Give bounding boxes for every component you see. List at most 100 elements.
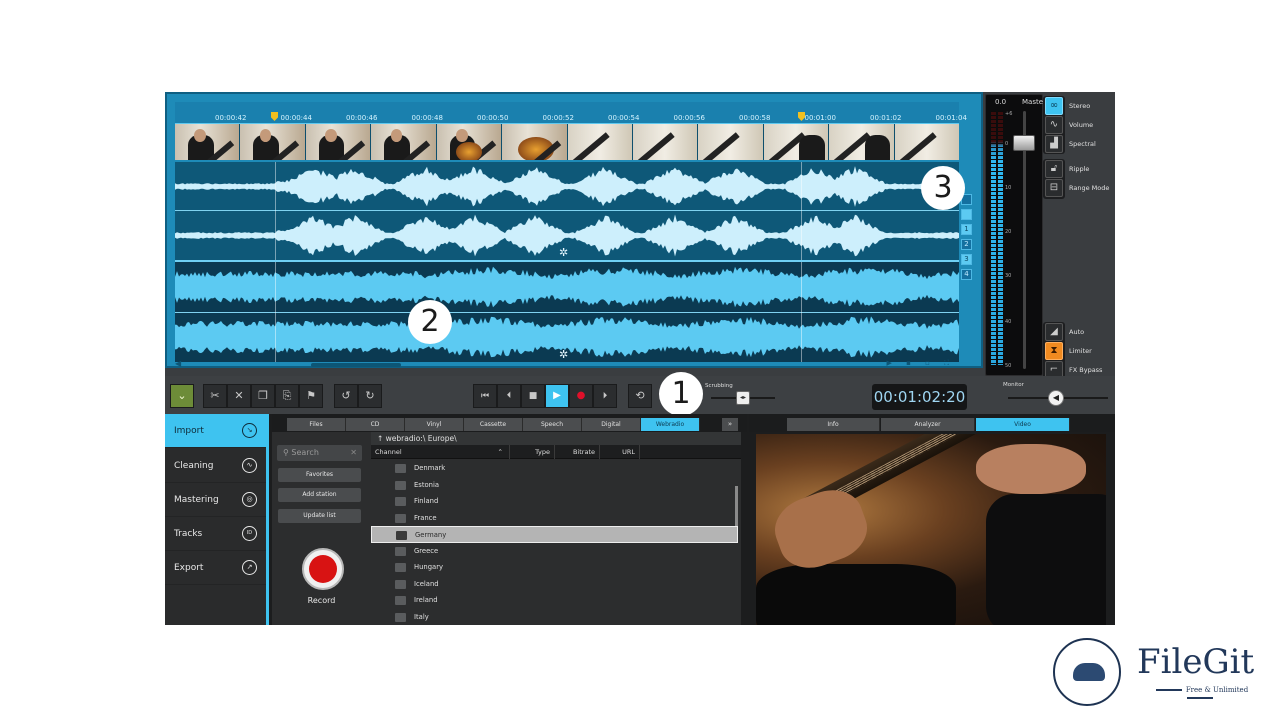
video-thumbnail[interactable]	[175, 124, 240, 160]
station-folder-row[interactable]: Iceland	[371, 576, 738, 593]
ripple-button[interactable]: 🔓︎ Ripple	[1045, 160, 1089, 178]
loop-button[interactable]: ⟲	[628, 384, 652, 408]
horizontal-scrollbar[interactable]: ◀ ▶ ▪ ▫ ⛶	[175, 359, 959, 368]
up-arrow-icon[interactable]: ↑	[377, 434, 386, 443]
timeline-ruler[interactable]: 00:00:42 00:00:44 00:00:46 00:00:48 00:00:50…	[175, 102, 1032, 124]
stop-button[interactable]: ■	[521, 384, 545, 408]
favorites-button[interactable]: Favorites	[278, 468, 361, 482]
tracks-area[interactable]: ✲ ✲	[175, 162, 959, 362]
gear-icon[interactable]: ✲	[559, 348, 568, 361]
station-folder-row[interactable]: Hungary	[371, 559, 738, 576]
tab-analyzer[interactable]: Analyzer	[881, 418, 975, 431]
station-folder-row[interactable]: Estonia	[371, 477, 738, 494]
expand-button[interactable]: ⌄	[170, 384, 194, 408]
redo-button[interactable]: ↻	[358, 384, 382, 408]
col-bitrate[interactable]: Bitrate	[555, 445, 600, 459]
record-button[interactable]: ●	[569, 384, 593, 408]
cursor-line	[801, 162, 802, 260]
limiter-button[interactable]: ⧗ Limiter	[1045, 342, 1092, 360]
monitor-volume-knob[interactable]: ◀	[1048, 390, 1064, 406]
master-fader-knob[interactable]	[1013, 135, 1035, 151]
auto-button[interactable]: ◢ Auto	[1045, 323, 1084, 341]
gear-icon[interactable]: ✲	[559, 246, 568, 259]
nav-export[interactable]: Export ↗	[165, 551, 266, 585]
tab-speech[interactable]: Speech	[523, 418, 582, 431]
zoom-controls-icon[interactable]: ▶ ▪ ▫ ⛶	[887, 359, 955, 368]
station-folder-row[interactable]: Finland	[371, 493, 738, 510]
folder-icon	[395, 612, 406, 622]
video-thumbnail[interactable]	[240, 124, 305, 160]
tab-cd[interactable]: CD	[346, 418, 405, 431]
video-thumbnail[interactable]	[632, 124, 698, 160]
station-folder-row[interactable]: France	[371, 510, 738, 527]
video-thumbnail[interactable]	[371, 124, 436, 160]
nav-tracks[interactable]: Tracks ID	[165, 517, 266, 551]
clear-search-icon[interactable]: ✕	[350, 445, 357, 461]
tab-vinyl[interactable]: Vinyl	[405, 418, 464, 431]
stereo-button[interactable]: ∞ Stereo	[1045, 97, 1090, 115]
channel-divider	[175, 210, 959, 211]
scrollbar-thumb[interactable]	[311, 363, 401, 367]
folder-name: Germany	[415, 531, 447, 539]
marker-icon[interactable]	[271, 112, 278, 121]
waveform-editor[interactable]: 00:00:42 00:00:44 00:00:46 00:00:48 00:00:50…	[165, 92, 1032, 368]
tab-digital[interactable]: Digital	[582, 418, 641, 431]
volume-button[interactable]: ∿ Volume	[1045, 116, 1093, 134]
range-mode-button[interactable]: ⊟ Range Mode	[1045, 179, 1109, 197]
tab-cassette[interactable]: Cassette	[464, 418, 523, 431]
video-thumbnail[interactable]	[698, 124, 763, 160]
go-to-start-button[interactable]: ⏮	[473, 384, 497, 408]
track-3-button[interactable]: 3	[961, 254, 972, 265]
video-thumbnail[interactable]	[502, 124, 567, 160]
vertical-scrollbar[interactable]	[735, 486, 738, 526]
audio-track-2[interactable]: ✲	[175, 262, 959, 362]
limiter-icon: ⧗	[1045, 342, 1063, 360]
marker-button[interactable]: ⚑	[299, 384, 323, 408]
tab-video[interactable]: Video	[976, 418, 1070, 431]
spectral-button[interactable]: ▟ Spectral	[1045, 135, 1096, 153]
video-thumbnail[interactable]	[436, 124, 502, 160]
update-list-button[interactable]: Update list	[278, 509, 361, 523]
more-tabs-button[interactable]: »	[722, 418, 738, 431]
station-folder-row[interactable]: Italy	[371, 609, 738, 626]
folder-name: Iceland	[414, 579, 439, 588]
station-folder-row[interactable]: Greece	[371, 543, 738, 560]
col-channel[interactable]: Channel ⌃	[371, 445, 510, 459]
browser-path[interactable]: ↑ webradio:\ Europe\	[371, 432, 741, 445]
station-search-input[interactable]: ⚲ Search ✕	[277, 445, 362, 461]
next-marker-button[interactable]: ⏵	[593, 384, 617, 408]
nav-cleaning[interactable]: Cleaning ∿	[165, 449, 266, 483]
audio-track-1[interactable]: ✲	[175, 162, 959, 260]
radio-record-button[interactable]	[302, 548, 344, 590]
track-4-button[interactable]: 4	[961, 269, 972, 280]
track-toggle-button[interactable]	[961, 209, 972, 220]
scroll-left-icon[interactable]: ◀	[175, 359, 181, 368]
nav-import[interactable]: Import ↘	[165, 414, 266, 448]
station-folder-row[interactable]: Germany	[371, 526, 738, 543]
video-thumbnail[interactable]	[763, 124, 829, 160]
station-folder-row[interactable]: Denmark	[371, 460, 738, 477]
video-thumbnail[interactable]	[567, 124, 632, 160]
col-type[interactable]: Type	[510, 445, 555, 459]
video-thumbnail[interactable]	[894, 124, 960, 160]
tab-info[interactable]: Info	[787, 418, 880, 431]
delete-button[interactable]: ✕	[227, 384, 251, 408]
add-station-button[interactable]: Add station	[278, 488, 361, 502]
track-2-button[interactable]: 2	[961, 239, 972, 250]
paste-button[interactable]: ⎘	[275, 384, 299, 408]
nav-mastering[interactable]: Mastering ◎	[165, 483, 266, 517]
col-url[interactable]: URL	[600, 445, 640, 459]
undo-button[interactable]: ↺	[334, 384, 358, 408]
tab-webradio[interactable]: Webradio	[641, 418, 700, 431]
video-thumbnail[interactable]	[305, 124, 371, 160]
play-button[interactable]: ▶	[545, 384, 569, 408]
tab-files[interactable]: Files	[287, 418, 346, 431]
spectral-icon: ▟	[1045, 135, 1063, 153]
copy-button[interactable]: ❐	[251, 384, 275, 408]
previous-marker-button[interactable]: ⏴	[497, 384, 521, 408]
cut-button[interactable]: ✂	[203, 384, 227, 408]
station-folder-row[interactable]: Ireland	[371, 592, 738, 609]
video-thumbnail[interactable]	[829, 124, 894, 160]
track-1-button[interactable]: 1	[961, 224, 972, 235]
scrubbing-knob[interactable]: ◂▸	[736, 391, 750, 405]
